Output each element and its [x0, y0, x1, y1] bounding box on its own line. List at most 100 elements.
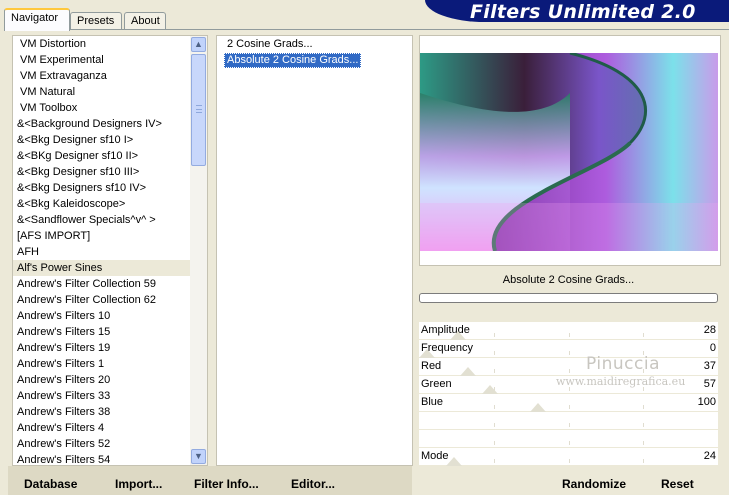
slider-tick: [569, 405, 570, 409]
parameter-row[interactable]: [419, 412, 718, 430]
parameter-row[interactable]: Red 37: [419, 358, 718, 376]
parameter-value: 24: [703, 450, 716, 462]
category-item[interactable]: Andrew's Filters 38: [13, 404, 191, 420]
category-item[interactable]: [AFS IMPORT]: [13, 228, 191, 244]
slider-tick: [569, 423, 570, 427]
parameter-row[interactable]: [419, 430, 718, 448]
slider-thumb[interactable]: [482, 385, 498, 394]
slider-tick: [494, 441, 495, 445]
filter-info-button[interactable]: Filter Info...: [194, 477, 259, 491]
slider-tick: [569, 351, 570, 355]
category-item[interactable]: Andrew's Filters 10: [13, 308, 191, 324]
category-item[interactable]: AFH: [13, 244, 191, 260]
slider-tick: [643, 441, 644, 445]
category-item[interactable]: VM Distortion: [13, 36, 191, 52]
slider-tick: [494, 369, 495, 373]
category-item[interactable]: VM Natural: [13, 84, 191, 100]
category-scrollbar[interactable]: ▲ ▼: [190, 36, 207, 465]
category-item[interactable]: Andrew's Filter Collection 59: [13, 276, 191, 292]
category-item[interactable]: Andrew's Filters 15: [13, 324, 191, 340]
app-title: Filters Unlimited 2.0: [470, 1, 696, 23]
tab-presets-label: Presets: [77, 15, 115, 27]
slider-thumb[interactable]: [450, 331, 466, 340]
category-list[interactable]: VM Distortion VM Experimental VM Extravaga…: [13, 36, 191, 465]
parameter-value: 57: [703, 378, 716, 390]
category-item[interactable]: Andrew's Filters 20: [13, 372, 191, 388]
slider-tick: [494, 405, 495, 409]
parameter-row[interactable]: Blue 100: [419, 394, 718, 412]
slider-tick: [643, 405, 644, 409]
parameter-label: Mode: [421, 450, 449, 462]
import-button[interactable]: Import...: [115, 477, 162, 491]
category-item[interactable]: VM Extravaganza: [13, 68, 191, 84]
slider-thumb[interactable]: [460, 367, 476, 376]
filter-item-label: 2 Cosine Grads...: [227, 38, 313, 50]
slider-thumb[interactable]: [446, 457, 462, 466]
chevron-down-icon: ▼: [194, 451, 203, 461]
parameter-value: 0: [709, 342, 716, 354]
slider-tick: [569, 369, 570, 373]
category-item[interactable]: &<BKg Designer sf10 II>: [13, 148, 191, 164]
tab-about[interactable]: About: [124, 12, 166, 30]
watermark-url: www.maidiregrafica.eu: [556, 375, 686, 388]
category-item[interactable]: &<Bkg Designer sf10 I>: [13, 132, 191, 148]
scroll-up-button[interactable]: ▲: [191, 37, 206, 52]
filter-item-selected[interactable]: Absolute 2 Cosine Grads...: [224, 53, 362, 68]
slider-tick: [494, 333, 495, 337]
category-item[interactable]: VM Experimental: [13, 52, 191, 68]
tab-navigator-label: Navigator: [11, 12, 59, 24]
parameter-row[interactable]: Mode 24: [419, 448, 718, 466]
slider-tick: [494, 351, 495, 355]
parameter-value: 100: [697, 396, 716, 408]
slider-tick: [569, 459, 570, 463]
reset-button[interactable]: Reset: [661, 477, 694, 491]
filter-item-label: Absolute 2 Cosine Grads...: [227, 54, 359, 66]
chevron-up-icon: ▲: [194, 39, 203, 49]
scroll-thumb[interactable]: [191, 54, 206, 166]
category-item[interactable]: &<Background Designers IV>: [13, 116, 191, 132]
randomize-button[interactable]: Randomize: [562, 477, 626, 491]
category-item[interactable]: &<Bkg Designer sf10 III>: [13, 164, 191, 180]
category-item[interactable]: Andrew's Filters 54: [13, 452, 191, 465]
filter-list-panel: 2 Cosine Grads... Absolute 2 Cosine Grad…: [216, 35, 413, 466]
filter-item[interactable]: 2 Cosine Grads...: [224, 37, 316, 52]
parameter-label: Red: [421, 360, 442, 372]
parameter-value: 28: [703, 324, 716, 336]
category-item[interactable]: Alf's Power Sines: [13, 260, 191, 276]
slider-tick: [494, 423, 495, 427]
category-item[interactable]: Andrew's Filter Collection 62: [13, 292, 191, 308]
slider-tick: [569, 333, 570, 337]
slider-tick: [643, 423, 644, 427]
category-item[interactable]: VM Toolbox: [13, 100, 191, 116]
progress-bar: [419, 293, 718, 303]
category-item[interactable]: Andrew's Filters 19: [13, 340, 191, 356]
database-button[interactable]: Database: [24, 477, 77, 491]
parameter-label: Blue: [421, 396, 444, 408]
tab-about-label: About: [131, 15, 160, 27]
category-item[interactable]: Andrew's Filters 33: [13, 388, 191, 404]
slider-thumb[interactable]: [530, 403, 546, 412]
preview-image[interactable]: [420, 53, 718, 251]
parameter-row[interactable]: Frequency 0: [419, 340, 718, 358]
grip-icon: [196, 105, 202, 113]
tab-panel-border: [4, 29, 729, 30]
slider-tick: [569, 441, 570, 445]
category-item[interactable]: Andrew's Filters 52: [13, 436, 191, 452]
slider-tick: [494, 459, 495, 463]
tab-navigator[interactable]: Navigator: [4, 8, 70, 31]
category-item[interactable]: &<Bkg Designers sf10 IV>: [13, 180, 191, 196]
category-item[interactable]: &<Bkg Kaleidoscope>: [13, 196, 191, 212]
category-item[interactable]: Andrew's Filters 1: [13, 356, 191, 372]
tab-presets[interactable]: Presets: [70, 12, 122, 30]
editor-button[interactable]: Editor...: [291, 477, 335, 491]
slider-tick: [643, 333, 644, 337]
category-item[interactable]: Andrew's Filters 4: [13, 420, 191, 436]
watermark-title: Pinuccia: [586, 354, 660, 374]
category-item[interactable]: &<Sandflower Specials^v^ >: [13, 212, 191, 228]
scroll-down-button[interactable]: ▼: [191, 449, 206, 464]
parameter-value: 37: [703, 360, 716, 372]
slider-thumb[interactable]: [419, 349, 435, 358]
current-filter-name: Absolute 2 Cosine Grads...: [502, 274, 635, 286]
parameter-row[interactable]: Amplitude 28: [419, 322, 718, 340]
parameter-label: Green: [421, 378, 452, 390]
